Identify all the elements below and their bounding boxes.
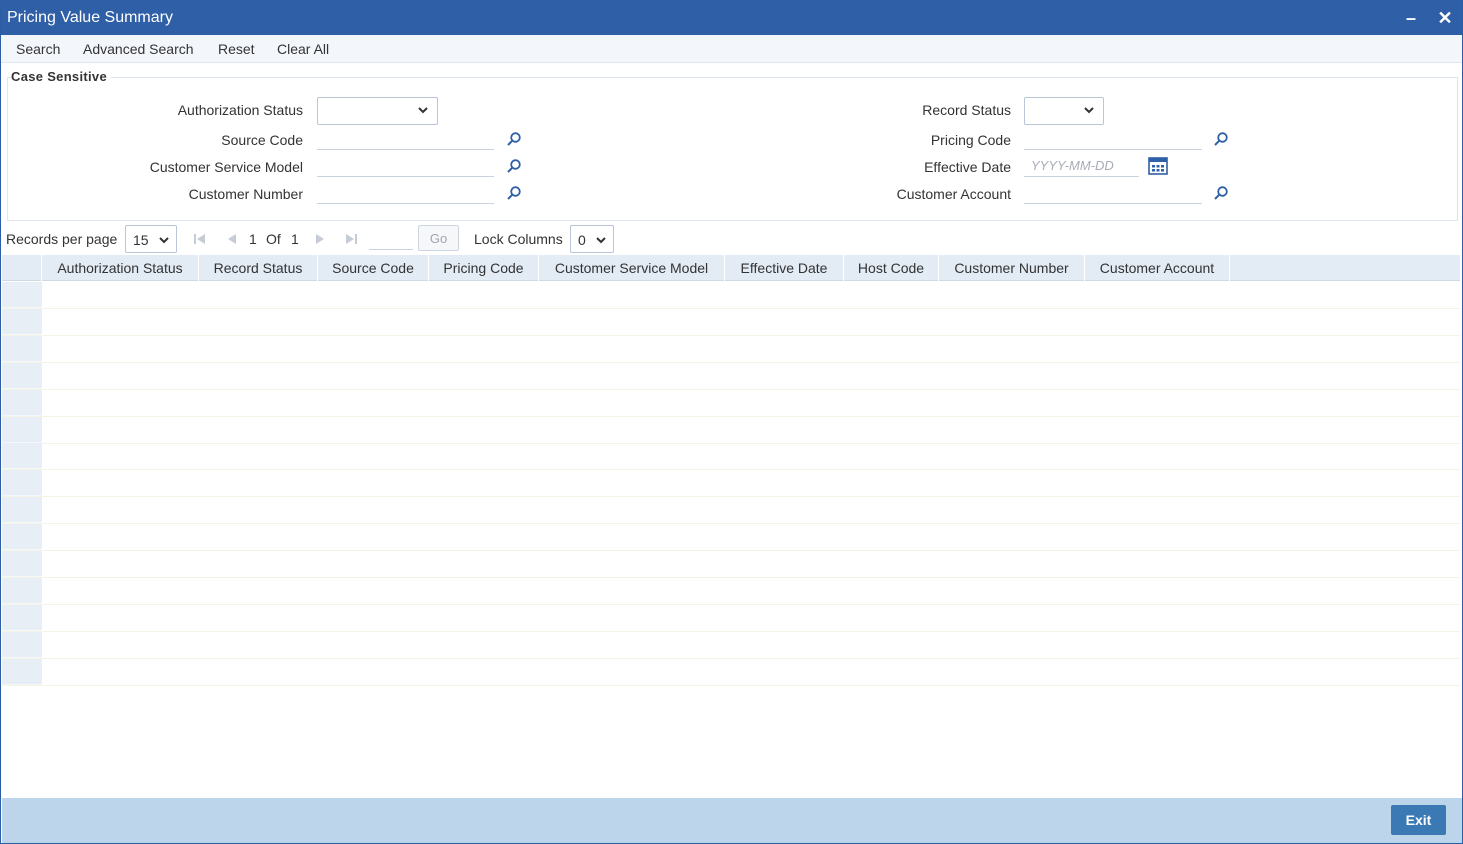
table-row[interactable] xyxy=(2,470,1460,498)
previous-page-icon[interactable] xyxy=(225,232,239,246)
window-title: Pricing Value Summary xyxy=(7,9,173,26)
search-menu-item[interactable]: Search xyxy=(16,41,60,57)
chevron-down-icon xyxy=(596,237,606,244)
table-row[interactable] xyxy=(2,308,1460,336)
table-row[interactable] xyxy=(2,524,1460,552)
authorization-status-select[interactable] xyxy=(317,97,438,125)
row-select-cell[interactable] xyxy=(2,470,42,497)
effective-date-label: Effective Date xyxy=(924,159,1011,175)
column-header-customer-account[interactable]: Customer Account xyxy=(1085,255,1230,281)
source-code-lookup-icon[interactable] xyxy=(506,131,522,147)
title-bar: Pricing Value Summary – ✕ xyxy=(1,1,1462,35)
lock-columns-value: 0 xyxy=(578,232,586,248)
case-sensitive-legend: Case Sensitive xyxy=(11,69,111,84)
next-page-icon[interactable] xyxy=(313,232,327,246)
row-select-cell[interactable] xyxy=(2,416,42,443)
exit-button[interactable]: Exit xyxy=(1391,805,1446,835)
go-button[interactable]: Go xyxy=(418,225,459,251)
row-select-cell[interactable] xyxy=(2,362,42,389)
record-status-select[interactable] xyxy=(1024,97,1104,125)
column-header-record-status[interactable]: Record Status xyxy=(199,255,318,281)
row-select-cell[interactable] xyxy=(2,282,42,308)
records-per-page-value: 15 xyxy=(133,232,149,248)
lock-columns-label: Lock Columns xyxy=(474,231,563,247)
reset-menu-item[interactable]: Reset xyxy=(218,41,255,57)
column-header-host-code[interactable]: Host Code xyxy=(844,255,939,281)
minimize-icon[interactable]: – xyxy=(1400,7,1422,29)
clear-all-menu-item[interactable]: Clear All xyxy=(277,41,329,57)
chevron-down-icon xyxy=(159,237,169,244)
row-select-cell[interactable] xyxy=(2,335,42,362)
table-row[interactable] xyxy=(2,604,1460,632)
table-row[interactable] xyxy=(2,577,1460,605)
table-row[interactable] xyxy=(2,282,1460,309)
table-header: Authorization Status Record Status Sourc… xyxy=(2,255,1460,281)
close-icon[interactable]: ✕ xyxy=(1434,7,1456,29)
go-to-page-input[interactable] xyxy=(369,228,413,250)
customer-service-model-lookup-icon[interactable] xyxy=(506,158,522,174)
row-select-cell[interactable] xyxy=(2,308,42,335)
pricing-code-input[interactable] xyxy=(1024,128,1202,150)
chevron-down-icon xyxy=(1084,107,1094,114)
table-row[interactable] xyxy=(2,416,1460,444)
authorization-status-label: Authorization Status xyxy=(177,102,303,118)
calendar-icon[interactable] xyxy=(1148,157,1168,175)
table-row[interactable] xyxy=(2,551,1460,578)
source-code-label: Source Code xyxy=(221,132,303,148)
customer-service-model-input[interactable] xyxy=(317,155,494,177)
customer-account-input[interactable] xyxy=(1024,182,1202,204)
column-header-customer-number[interactable]: Customer Number xyxy=(939,255,1085,281)
lock-columns-select[interactable]: 0 xyxy=(570,225,614,253)
row-select-cell[interactable] xyxy=(2,604,42,631)
customer-account-lookup-icon[interactable] xyxy=(1213,185,1229,201)
current-page-number: 1 xyxy=(249,231,257,247)
pagination-bar: Records per page 15 1 Of 1 Go Lock Colum… xyxy=(1,223,1462,253)
customer-account-label: Customer Account xyxy=(896,186,1011,202)
row-select-cell[interactable] xyxy=(2,631,42,658)
records-per-page-select[interactable]: 15 xyxy=(125,225,177,253)
column-header-customer-service-model[interactable]: Customer Service Model xyxy=(539,255,725,281)
table-row[interactable] xyxy=(2,362,1460,390)
table-row[interactable] xyxy=(2,335,1460,363)
table-row[interactable] xyxy=(2,497,1460,525)
toolbar-menu: Search Advanced Search Reset Clear All xyxy=(1,35,1462,63)
table-row[interactable] xyxy=(2,443,1460,471)
table-row[interactable] xyxy=(2,389,1460,417)
customer-number-lookup-icon[interactable] xyxy=(506,185,522,201)
row-select-cell[interactable] xyxy=(2,497,42,524)
column-header-authorization-status[interactable]: Authorization Status xyxy=(42,255,199,281)
row-select-cell[interactable] xyxy=(2,389,42,416)
footer-bar: Exit xyxy=(2,798,1462,843)
row-select-cell[interactable] xyxy=(2,577,42,604)
column-header-effective-date[interactable]: Effective Date xyxy=(725,255,844,281)
row-select-cell[interactable] xyxy=(2,658,42,685)
of-label: Of xyxy=(266,231,281,247)
row-select-cell[interactable] xyxy=(2,524,42,551)
source-code-input[interactable] xyxy=(317,128,494,150)
first-page-icon[interactable] xyxy=(193,232,207,246)
column-header-pricing-code[interactable]: Pricing Code xyxy=(429,255,539,281)
record-status-label: Record Status xyxy=(922,102,1011,118)
row-select-cell[interactable] xyxy=(2,551,42,577)
records-per-page-label: Records per page xyxy=(6,231,118,247)
last-page-icon[interactable] xyxy=(344,232,358,246)
table-row[interactable] xyxy=(2,658,1460,686)
row-select-cell[interactable] xyxy=(2,443,42,470)
column-header-source-code[interactable]: Source Code xyxy=(318,255,429,281)
customer-service-model-label: Customer Service Model xyxy=(149,159,303,175)
customer-number-label: Customer Number xyxy=(188,186,303,202)
pricing-value-summary-window: Pricing Value Summary – ✕ Search Advance… xyxy=(0,0,1463,844)
pricing-code-lookup-icon[interactable] xyxy=(1213,131,1229,147)
advanced-search-menu-item[interactable]: Advanced Search xyxy=(83,41,194,57)
chevron-down-icon xyxy=(418,107,428,114)
select-all-column-header[interactable] xyxy=(2,255,42,281)
table-row[interactable] xyxy=(2,631,1460,659)
customer-number-input[interactable] xyxy=(317,182,494,204)
effective-date-input[interactable] xyxy=(1024,155,1139,177)
pricing-code-label: Pricing Code xyxy=(930,132,1011,148)
total-pages-number: 1 xyxy=(291,231,299,247)
